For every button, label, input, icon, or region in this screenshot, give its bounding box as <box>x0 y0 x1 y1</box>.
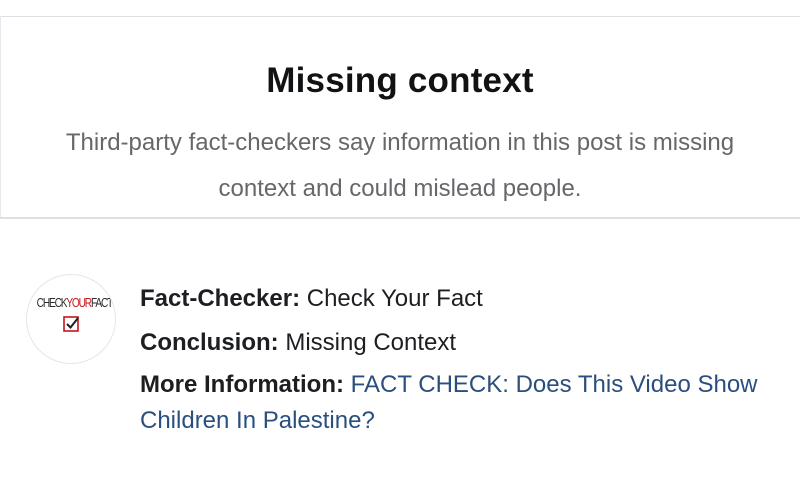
logo-text-suffix: FACT <box>90 295 113 310</box>
conclusion-label: Conclusion: <box>140 329 279 356</box>
checkbox-icon <box>63 316 79 332</box>
fact-check-notice: Missing context Third-party fact-checker… <box>0 0 800 478</box>
logo-text-prefix: CHECK <box>36 295 68 310</box>
fact-checker-logo[interactable]: CHECKYOURFACT <box>26 274 116 364</box>
fact-check-details: CHECKYOURFACT Fact-Checker: Check Your F… <box>0 219 800 478</box>
fact-check-info: Fact-Checker: Check Your Fact Conclusion… <box>140 277 780 439</box>
notice-subtitle: Third-party fact-checkers say informatio… <box>65 129 735 202</box>
notice-title: Missing context <box>266 61 534 100</box>
conclusion-value: Missing Context <box>285 329 457 356</box>
fact-checker-value: Check Your Fact <box>306 285 483 312</box>
notice-header: Missing context Third-party fact-checker… <box>0 17 800 217</box>
fact-checker-label: Fact-Checker: <box>140 285 301 312</box>
logo-wordmark: CHECKYOURFACT <box>36 295 114 310</box>
more-information-label: More Information: <box>140 371 344 398</box>
conclusion-row: Conclusion: Missing Context <box>140 321 780 365</box>
logo-text-accent: YOUR <box>66 295 92 310</box>
more-information-row: More Information: FACT CHECK: Does This … <box>140 367 780 439</box>
fact-checker-row: Fact-Checker: Check Your Fact <box>140 277 780 321</box>
